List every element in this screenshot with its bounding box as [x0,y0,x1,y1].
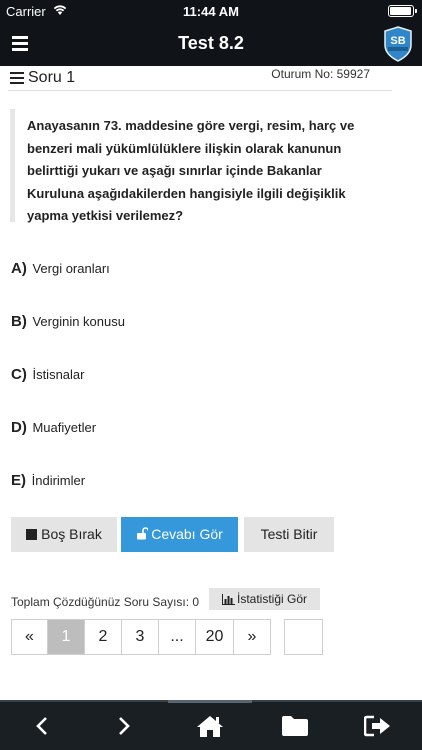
option-text: Muafiyetler [32,420,97,435]
finish-test-label: Testi Bitir [260,526,318,542]
option-letter: B) [11,313,27,330]
option-a[interactable]: A) Vergi oranları [11,260,110,280]
option-letter: A) [11,260,27,277]
stop-icon [26,529,38,540]
option-text: Vergi oranları [32,261,110,276]
question-line: benzeri mali yükümlülüklere ilişkin olar… [27,140,342,156]
folder-icon [282,716,308,736]
nav-back-button[interactable] [12,702,72,750]
page-2-button[interactable]: 2 [85,619,122,655]
page-ellipsis: ... [159,619,196,655]
skip-label: Boş Bırak [41,526,102,542]
option-text: İndirimler [31,473,86,488]
bar-chart-icon [221,594,235,605]
page-1-button[interactable]: 1 [48,619,85,655]
session-number: Oturum No: 59927 [271,67,370,81]
option-b[interactable]: B) Verginin konusu [11,313,125,333]
option-c[interactable]: C) İstisnalar [11,366,84,386]
nav-home-button[interactable] [180,702,240,750]
question-line: Anayasanın 73. maddesine göre vergi, res… [27,118,355,133]
nav-folder-button[interactable] [265,702,325,750]
logout-icon [364,715,390,737]
page-title: Test 8.2 [178,33,244,53]
logo-text: SB [390,35,405,47]
question-line: belirttiği yukarı ve aşağı sınırlar için… [27,163,322,178]
app-bar: Test 8.2 SB [0,22,422,66]
clock: 11:44 AM [183,4,239,19]
chevron-left-icon [36,717,47,735]
show-answer-label: Cevabı Gör [151,526,223,542]
home-icon [197,716,223,737]
status-bar: Carrier 11:44 AM [0,0,422,22]
chevron-right-icon [119,717,130,735]
header-divider [8,90,392,91]
view-stats-label: İstatistiği Gör [236,592,308,606]
show-answer-button[interactable]: Cevabı Gör [121,517,238,552]
unlock-icon [137,527,150,540]
option-letter: E) [11,472,26,489]
bottom-nav [0,700,422,750]
question-line: Kuruluna aşağıdakilerden hangisiyle ilgi… [27,185,346,201]
nav-forward-button[interactable] [94,702,154,750]
nav-logout-button[interactable] [348,702,408,750]
question-line: yapma yetkisi verilemez? [27,208,184,223]
pagination: « 1 2 3 ... 20 » [11,619,271,655]
question-header: Soru 1 Oturum No: 59927 [0,66,422,91]
page-next-button[interactable]: » [234,619,271,655]
skip-button[interactable]: Boş Bırak [11,517,117,552]
option-e[interactable]: E) İndirimler [11,472,85,492]
battery-icon [388,5,417,17]
sb-logo[interactable]: SB [382,25,414,63]
stats-row: Toplam Çözdüğünüz Soru Sayısı: 0 İstatis… [11,588,331,614]
view-stats-button[interactable]: İstatistiği Gör [209,588,320,610]
list-icon [10,72,24,84]
finish-test-button[interactable]: Testi Bitir [244,517,334,552]
page-20-button[interactable]: 20 [196,619,234,655]
page-3-button[interactable]: 3 [122,619,159,655]
question-number: Soru 1 [28,69,76,86]
option-letter: D) [11,419,27,436]
page-prev-button[interactable]: « [11,619,48,655]
question-text: Anayasanın 73. maddesine göre vergi, res… [10,109,394,223]
option-text: İstisnalar [32,367,85,382]
option-text: Verginin konusu [32,314,125,329]
page-jump-input[interactable] [284,619,323,655]
solved-count-text: Toplam Çözdüğünüz Soru Sayısı: 0 [11,595,200,609]
option-letter: C) [11,366,27,383]
option-d[interactable]: D) Muafiyetler [11,419,96,439]
